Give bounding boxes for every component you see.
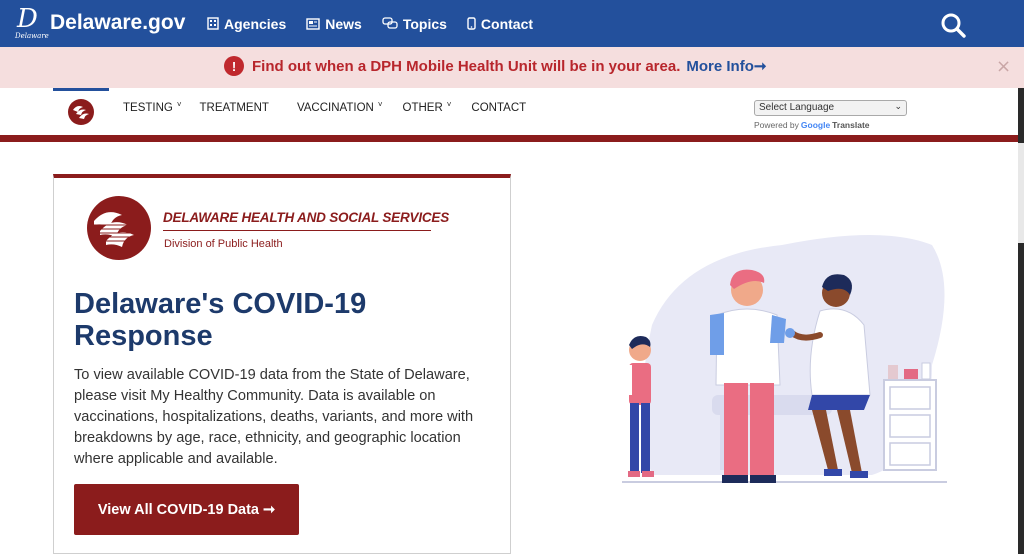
intro-paragraph: To view available COVID-19 data from the… (74, 367, 474, 467)
subnav-testing[interactable]: TESTING ˅ (123, 100, 182, 114)
chat-bubbles-icon (382, 17, 398, 29)
org-title: DELAWARE HEALTH AND SOCIAL SERVICES (163, 210, 450, 225)
newspaper-icon (306, 17, 320, 30)
subnav-items: TESTING ˅ TREATMENT VACCINATION ˅ OTHER … (123, 100, 526, 114)
translate-link[interactable]: Translate (832, 120, 869, 130)
powered-by-label: Powered by (754, 120, 799, 130)
nav-news[interactable]: News (306, 16, 362, 32)
chevron-down-icon: ˅ (446, 100, 452, 109)
covid-response-card: DELAWARE HEALTH AND SOCIAL SERVICES Divi… (53, 174, 511, 554)
language-select[interactable]: Select Language ⌄ (754, 100, 907, 116)
active-indicator (53, 88, 109, 91)
search-icon[interactable] (940, 12, 966, 38)
powered-by-google: Powered by Google Translate (754, 120, 870, 130)
dhss-home-icon[interactable] (67, 98, 95, 126)
logo-caption: Delaware (15, 32, 49, 40)
chevron-down-icon: ˅ (176, 100, 182, 109)
nav-contact[interactable]: Contact (467, 16, 533, 32)
google-link[interactable]: Google (801, 120, 830, 130)
page-title: Delaware's COVID-19 Response (74, 288, 367, 352)
subnav-contact[interactable]: CONTACT (471, 102, 526, 114)
org-subtitle: Division of Public Health (164, 238, 283, 250)
subnav-treatment-label: TREATMENT (199, 102, 269, 114)
more-info-link[interactable]: More Info➞ (686, 57, 766, 75)
subnav-vaccination-label: VACCINATION (296, 102, 374, 114)
delaware-logo[interactable]: D Delaware (14, 4, 49, 42)
top-navigation: Agencies News Topics Contact (207, 0, 553, 47)
alert-banner: ! Find out when a DPH Mobile Health Unit… (0, 47, 1024, 88)
subnav-testing-label: TESTING (123, 102, 173, 114)
org-divider (163, 230, 431, 231)
subnav-contact-label: CONTACT (471, 102, 527, 114)
section-divider (0, 135, 1024, 142)
nav-contact-label: Contact (480, 15, 534, 32)
site-header: D Delaware Delaware.gov Agencies News To… (0, 0, 1024, 47)
nav-agencies[interactable]: Agencies (207, 16, 286, 32)
chevron-down-icon: ⌄ (894, 101, 902, 111)
alert-text: Find out when a DPH Mobile Health Unit w… (252, 57, 681, 75)
alert-content: ! Find out when a DPH Mobile Health Unit… (224, 56, 766, 76)
subnav-other-label: OTHER (402, 102, 443, 114)
language-select-value: Select Language (759, 102, 835, 113)
subnav-vaccination[interactable]: VACCINATION ˅ (296, 100, 383, 114)
phone-icon (467, 17, 476, 30)
subnav-other[interactable]: OTHER ˅ (402, 100, 452, 114)
nav-topics-label: Topics (402, 15, 447, 32)
building-icon (207, 17, 219, 30)
dhss-logo (87, 196, 151, 260)
subnav-treatment[interactable]: TREATMENT (200, 102, 269, 114)
nav-news-label: News (325, 15, 362, 32)
scrollbar-thumb[interactable] (1018, 143, 1024, 243)
site-name-link[interactable]: Delaware.gov (50, 11, 185, 35)
exclamation-icon: ! (224, 56, 244, 76)
chevron-down-icon: ˅ (377, 100, 383, 109)
vaccination-illustration (622, 235, 947, 483)
view-covid-data-button[interactable]: View All COVID-19 Data ➞ (74, 484, 299, 535)
nav-topics[interactable]: Topics (382, 16, 447, 32)
logo-letter: D (17, 4, 38, 34)
close-icon[interactable]: × (996, 56, 1011, 77)
nav-agencies-label: Agencies (224, 15, 287, 32)
